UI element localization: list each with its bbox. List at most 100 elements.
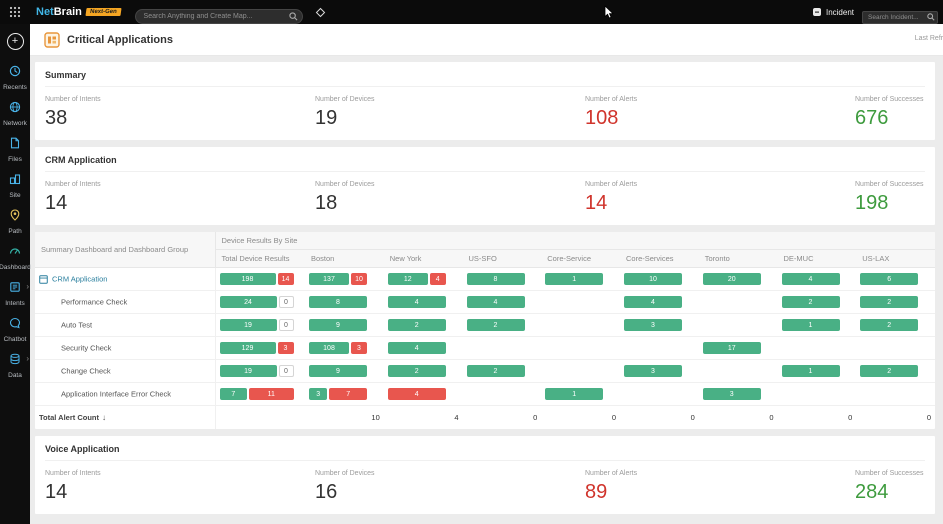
- row-name-link[interactable]: CRM Application: [35, 268, 215, 291]
- success-count: 6: [860, 273, 918, 285]
- global-search-input[interactable]: [135, 9, 303, 24]
- column-total: [215, 406, 305, 429]
- result-cell: [541, 360, 620, 383]
- stat: Number of Alerts14: [585, 181, 855, 215]
- sidebar-item-intents[interactable]: Intents›: [0, 276, 30, 312]
- column-header[interactable]: Core-Service: [541, 250, 620, 268]
- result-bar: 240: [220, 296, 294, 308]
- result-bar: 1: [545, 388, 603, 400]
- result-cell: 1: [778, 314, 857, 337]
- stat-label: Number of Successes: [855, 470, 925, 477]
- table-row: Security Check 1293 108 3 4 17: [35, 337, 935, 360]
- result-cell: [699, 360, 778, 383]
- sidebar-item-chatbot[interactable]: Chatbot: [0, 312, 30, 348]
- logo-brain-text: Brain: [54, 6, 82, 18]
- result-bar: 1293: [220, 342, 294, 354]
- column-total: 0: [778, 406, 857, 429]
- alert-count: 7: [329, 388, 367, 400]
- result-bar: 4: [388, 296, 446, 308]
- success-count: 4: [388, 342, 446, 354]
- column-header[interactable]: Core-Services: [620, 250, 699, 268]
- logo-net-text: Net: [36, 6, 54, 18]
- search-icon[interactable]: [927, 8, 935, 26]
- result-cell: 2: [778, 291, 857, 314]
- result-bar: 4: [388, 342, 446, 354]
- alert-count: 3: [278, 342, 294, 354]
- row-name[interactable]: Auto Test: [35, 314, 215, 337]
- success-count: 8: [309, 296, 367, 308]
- sidebar-item-path[interactable]: Path: [0, 204, 30, 240]
- result-bar: 1: [782, 365, 840, 377]
- success-count: 198: [220, 273, 276, 285]
- result-cell: 17: [699, 337, 778, 360]
- sidebar-item-dashboard[interactable]: Dashboard: [0, 240, 30, 276]
- sidebar-item-files[interactable]: Files: [0, 132, 30, 168]
- stat-value: 198: [855, 192, 925, 215]
- stat-value: 284: [855, 481, 925, 504]
- success-count: 3: [624, 319, 682, 331]
- row-name[interactable]: Change Check: [35, 360, 215, 383]
- sidebar-item-data[interactable]: Data›: [0, 348, 30, 384]
- sidebar-item-site[interactable]: Site: [0, 168, 30, 204]
- app-launcher-icon[interactable]: [0, 6, 30, 18]
- success-count: 1: [782, 365, 840, 377]
- sidebar-item-label: Chatbot: [4, 336, 27, 343]
- total-alert-count-row: Total Alert Count↓104000000: [35, 406, 935, 429]
- zero-alert-count: 0: [279, 296, 294, 308]
- success-count: 1: [545, 388, 603, 400]
- success-count: 4: [388, 296, 446, 308]
- stat-label: Number of Devices: [315, 181, 585, 188]
- zero-alert-count: 0: [279, 365, 294, 377]
- row-name[interactable]: Performance Check: [35, 291, 215, 314]
- alert-count: 11: [249, 388, 293, 400]
- column-header[interactable]: US-SFO: [463, 250, 542, 268]
- incident-button[interactable]: Incident: [812, 7, 854, 17]
- column-header[interactable]: Total Device Results: [215, 250, 305, 268]
- success-count: 4: [624, 296, 682, 308]
- row-name[interactable]: Security Check: [35, 337, 215, 360]
- result-cell: [699, 314, 778, 337]
- column-header[interactable]: Toronto: [699, 250, 778, 268]
- result-cell: 1293: [215, 337, 305, 360]
- success-count: 7: [220, 388, 248, 400]
- success-count: 108: [309, 342, 349, 354]
- alert-count: 10: [351, 273, 367, 285]
- stat-label: Number of Successes: [855, 96, 925, 103]
- sidebar-item-network[interactable]: Network: [0, 96, 30, 132]
- group-column-header[interactable]: Summary Dashboard and Dashboard Group: [35, 232, 215, 268]
- map-navigate-icon[interactable]: [315, 7, 326, 18]
- success-count: 8: [467, 273, 525, 285]
- result-cell: 2: [856, 314, 935, 337]
- result-cell: 4: [778, 268, 857, 291]
- zero-alert-count: 0: [279, 319, 294, 331]
- stat-value: 108: [585, 107, 855, 130]
- section-title: CRM Application: [45, 155, 925, 172]
- column-header[interactable]: Boston: [305, 250, 384, 268]
- stat-row: Number of Intents14Number of Devices18Nu…: [45, 181, 925, 215]
- success-count: 2: [860, 296, 918, 308]
- stat-value: 16: [315, 481, 585, 504]
- column-header[interactable]: New York: [384, 250, 463, 268]
- next-gen-badge: Next-Gen: [85, 8, 121, 16]
- result-bar: 2: [388, 319, 446, 331]
- sidebar-item-label: Path: [8, 228, 21, 235]
- add-button[interactable]: +: [7, 33, 24, 50]
- result-cell: 19814: [215, 268, 305, 291]
- search-icon[interactable]: [289, 8, 298, 26]
- topbar: NetBrain Next-Gen Incident: [0, 0, 943, 24]
- success-count: 2: [467, 365, 525, 377]
- result-bar: 2: [782, 296, 840, 308]
- column-header[interactable]: US-LAX: [856, 250, 935, 268]
- success-count: 9: [309, 319, 367, 331]
- main-area: Critical Applications Last Refre Summary…: [30, 24, 943, 524]
- total-alert-count-label[interactable]: Total Alert Count↓: [35, 406, 215, 429]
- column-header[interactable]: DE-MUC: [778, 250, 857, 268]
- sidebar-item-recents[interactable]: Recents: [0, 60, 30, 96]
- path-icon: [9, 208, 21, 226]
- result-bar: 9: [309, 319, 367, 331]
- sort-descending-icon[interactable]: ↓: [102, 413, 106, 422]
- row-name[interactable]: Application Interface Error Check: [35, 383, 215, 406]
- stat-label: Number of Intents: [45, 96, 315, 103]
- table-row: Auto Test190922312: [35, 314, 935, 337]
- success-count: 3: [703, 388, 761, 400]
